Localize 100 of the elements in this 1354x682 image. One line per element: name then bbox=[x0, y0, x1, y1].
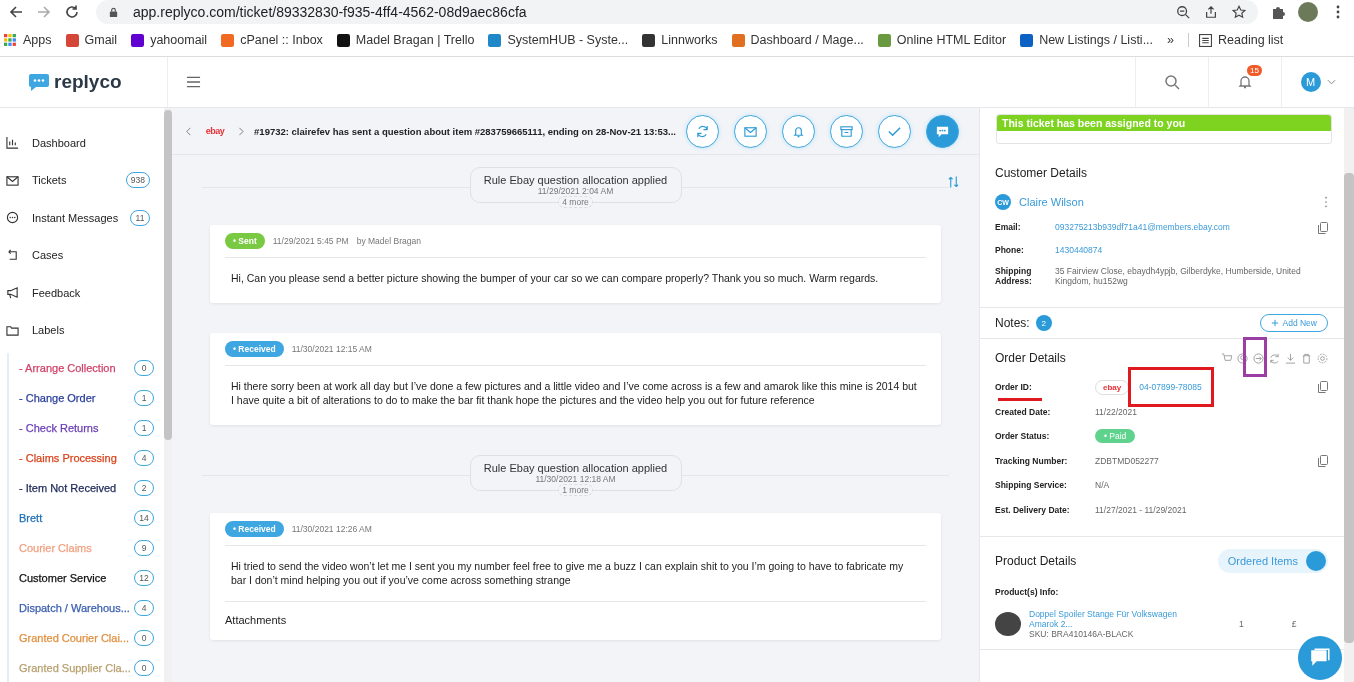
product-price: £ bbox=[1291, 619, 1297, 629]
bookmark[interactable]: Dashboard / Mage... bbox=[731, 33, 864, 47]
field-value: N/A bbox=[1095, 480, 1110, 490]
square-icon bbox=[731, 33, 745, 47]
field-label: Shipping Service: bbox=[995, 480, 1068, 490]
field-label: Order ID: bbox=[995, 382, 1033, 392]
bookmark[interactable]: Online HTML Editor bbox=[877, 33, 1007, 47]
copy-icon[interactable] bbox=[1318, 222, 1328, 234]
label-item[interactable]: Brett 14 bbox=[9, 503, 164, 533]
event-title: Rule Ebay question allocation applied bbox=[483, 462, 668, 474]
nav-item[interactable]: Feedback bbox=[0, 274, 164, 312]
folder-icon bbox=[6, 323, 19, 337]
scrollbar-thumb[interactable] bbox=[1344, 173, 1354, 643]
nav-item[interactable]: Labels bbox=[0, 311, 164, 349]
reading-list-button[interactable]: Reading list bbox=[1188, 33, 1284, 47]
trash-icon[interactable] bbox=[1301, 352, 1312, 364]
more-link[interactable]: 1 more bbox=[558, 484, 593, 496]
chat-icon bbox=[6, 211, 19, 225]
label-item[interactable]: Dispatch / Warehous... 4 bbox=[9, 593, 164, 623]
label-item[interactable]: - Change Order 1 bbox=[9, 383, 164, 413]
profile-photo[interactable] bbox=[1298, 2, 1318, 22]
label-item[interactable]: Customer Service 12 bbox=[9, 563, 164, 593]
bookmark[interactable]: yahoomail bbox=[131, 33, 208, 47]
envelope-button[interactable] bbox=[734, 114, 767, 148]
copy-icon[interactable] bbox=[1318, 454, 1328, 467]
message-text: Hi there sorry been at work all day but I’ve done a few pictures and a little video and I’ve come across is a few and amarok like this mine is 2014 but I have quite a bit of alterations to do to make the bar fit thank hope the pictures and the video help you out for future reference bbox=[231, 379, 918, 407]
bookmark[interactable]: Linnworks bbox=[642, 33, 718, 47]
attachments-heading: Attachments bbox=[225, 614, 287, 626]
message-time: 11/30/2021 12:26 AM bbox=[291, 524, 372, 534]
nav-item[interactable]: Dashboard bbox=[0, 124, 164, 162]
list-icon bbox=[1199, 33, 1213, 47]
chat-bubble-icon bbox=[1309, 648, 1331, 668]
app-logo[interactable]: replyco bbox=[54, 71, 122, 93]
reply-button[interactable] bbox=[926, 114, 959, 148]
bookmark[interactable]: Madel Bragan | Trello bbox=[336, 33, 475, 47]
label-item[interactable]: Granted Courier Clai... 0 bbox=[9, 623, 164, 653]
bell-button[interactable] bbox=[782, 114, 815, 148]
field-value: 35 Fairview Close, ebaydh4ypjb, Gilberdyke, Humberside, United Kingdom, hu152wg bbox=[1055, 266, 1302, 286]
share-icon[interactable] bbox=[1204, 5, 1218, 19]
status-badge: • Received bbox=[225, 521, 284, 537]
highlight-frame bbox=[1243, 337, 1267, 377]
chevron-left-icon[interactable] bbox=[186, 125, 192, 137]
nav-item[interactable]: Instant Messages 11 bbox=[0, 199, 164, 237]
megaphone-icon bbox=[6, 286, 19, 300]
archive-button[interactable] bbox=[830, 114, 863, 148]
label-item[interactable]: - Item Not Received 2 bbox=[9, 473, 164, 503]
bookmark[interactable]: cPanel :: Inbox bbox=[221, 33, 323, 47]
download-icon[interactable] bbox=[1285, 352, 1296, 364]
message-time: 11/30/2021 12:15 AM bbox=[291, 344, 372, 354]
bookmark[interactable]: Apps bbox=[4, 33, 52, 47]
menu-icon[interactable] bbox=[186, 76, 201, 88]
forward-icon[interactable] bbox=[36, 4, 52, 20]
address-bar[interactable]: app.replyco.com/ticket/89332830-f935-4ff4-4562-08d9aec86cfa bbox=[96, 0, 1258, 24]
field-label: Product(s) Info: bbox=[995, 587, 1060, 597]
gear-icon[interactable] bbox=[1317, 352, 1328, 364]
url-text: app.replyco.com/ticket/89332830-f935-4ff4-4562-08d9aec86cfa bbox=[133, 4, 527, 20]
more-link[interactable]: 4 more bbox=[558, 196, 593, 208]
product-quantity: 1 bbox=[1239, 619, 1244, 629]
field-value: 11/22/2021 bbox=[1095, 406, 1137, 417]
event-time: 11/30/2021 12:18 AM bbox=[535, 474, 616, 484]
star-icon[interactable] bbox=[1232, 5, 1246, 19]
user-icon[interactable] bbox=[1237, 352, 1248, 364]
status-badge: • Sent bbox=[225, 233, 265, 249]
search-icon[interactable] bbox=[1164, 74, 1180, 90]
section-heading: Order Details bbox=[995, 351, 1066, 365]
kebab-menu-icon[interactable] bbox=[1324, 196, 1328, 208]
label-item[interactable]: - Arrange Collection 0 bbox=[9, 353, 164, 383]
square-icon bbox=[336, 33, 350, 47]
field-value: 11/27/2021 - 11/29/2021 bbox=[1095, 504, 1187, 515]
sync-icon[interactable] bbox=[1269, 352, 1280, 364]
chat-button[interactable] bbox=[1298, 636, 1342, 680]
sort-arrows-icon[interactable] bbox=[948, 175, 959, 189]
bookmark[interactable]: Gmail bbox=[65, 33, 118, 47]
swap-icon[interactable] bbox=[1253, 352, 1264, 364]
lock-icon bbox=[108, 6, 119, 18]
reload-icon[interactable] bbox=[64, 4, 80, 20]
more-bookmarks[interactable]: » bbox=[1167, 33, 1175, 47]
square-icon bbox=[65, 33, 79, 47]
check-button[interactable] bbox=[878, 114, 911, 148]
label-item[interactable]: - Check Returns 1 bbox=[9, 413, 164, 443]
nav-item[interactable]: Tickets 938 bbox=[0, 161, 164, 199]
scrollbar-thumb[interactable] bbox=[164, 110, 172, 440]
puzzle-icon[interactable] bbox=[1270, 4, 1286, 20]
copy-icon[interactable] bbox=[1318, 381, 1328, 393]
bell-icon[interactable] bbox=[1237, 74, 1253, 90]
bookmark[interactable]: SystemHUB - Syste... bbox=[488, 33, 629, 47]
label-item[interactable]: Granted Supplier Cla... 0 bbox=[9, 653, 164, 682]
square-icon bbox=[642, 33, 656, 47]
bookmark[interactable]: New Listings / Listi... bbox=[1020, 33, 1154, 47]
chevron-right-icon[interactable] bbox=[238, 125, 245, 137]
back-icon[interactable] bbox=[8, 4, 24, 20]
field-label: Order Status: bbox=[995, 431, 1051, 441]
caret-icon[interactable] bbox=[1326, 79, 1336, 85]
nav-item[interactable]: Cases bbox=[0, 236, 164, 274]
refresh-button[interactable] bbox=[686, 114, 719, 148]
label-item[interactable]: - Claims Processing 4 bbox=[9, 443, 164, 473]
ticket-title: #19732: clairefev has sent a question about item #283759665111, ending on 28-Nov-21 13:53... bbox=[254, 125, 676, 137]
cart-icon[interactable] bbox=[1221, 352, 1232, 364]
zoom-out-icon[interactable] bbox=[1176, 5, 1190, 19]
label-item[interactable]: Courier Claims 9 bbox=[9, 533, 164, 563]
